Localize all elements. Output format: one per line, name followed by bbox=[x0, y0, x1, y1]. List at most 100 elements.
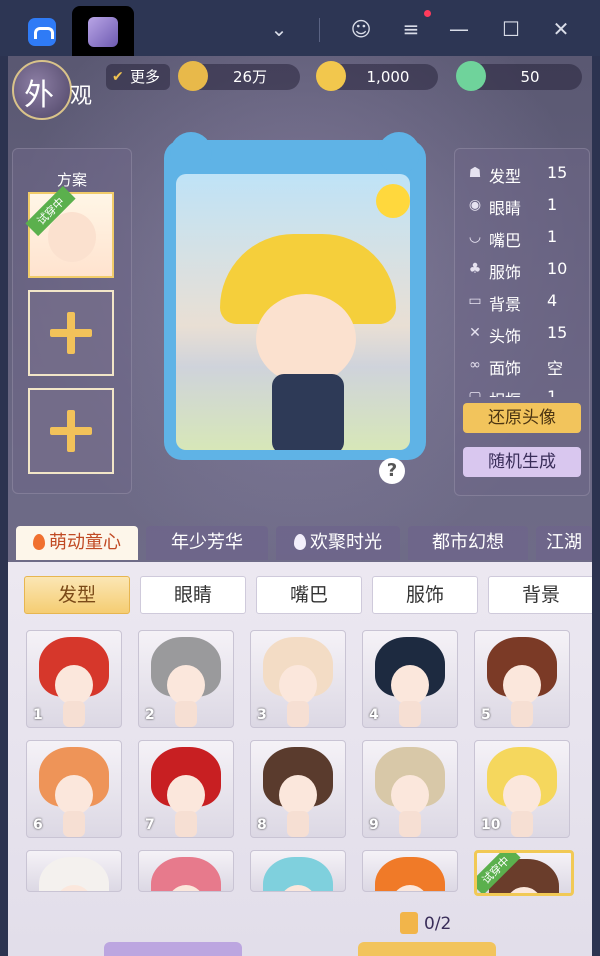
attr-row-headwear: ✕ 头饰 15 bbox=[455, 319, 589, 349]
currency-jade[interactable]: 50 bbox=[456, 61, 582, 91]
ticket-icon bbox=[400, 912, 418, 934]
minimize-icon[interactable]: — bbox=[444, 14, 474, 44]
character-card bbox=[164, 140, 426, 460]
attr-row-mask: ∞ 面饰 空 bbox=[455, 351, 589, 381]
help-icon[interactable]: ? bbox=[379, 458, 405, 484]
hair-number: 6 bbox=[33, 817, 43, 833]
attr-row-hair: ☗ 发型 15 bbox=[455, 159, 589, 189]
hair-number: 3 bbox=[257, 707, 267, 723]
close-icon[interactable]: ✕ bbox=[546, 14, 576, 44]
attr-name: 发型 bbox=[489, 167, 522, 186]
attr-name: 背景 bbox=[489, 295, 522, 314]
flame-icon bbox=[294, 534, 306, 550]
attr-name: 面饰 bbox=[489, 359, 522, 378]
chevron-icon: ✔ bbox=[112, 69, 124, 85]
m-logo-icon[interactable] bbox=[28, 18, 56, 46]
hair-number: 7 bbox=[145, 817, 155, 833]
subtab-eyes[interactable]: 眼睛 bbox=[140, 576, 246, 614]
neck bbox=[175, 811, 197, 837]
random-generate-button[interactable]: 随机生成 bbox=[463, 447, 581, 477]
neck bbox=[287, 701, 309, 727]
face bbox=[55, 665, 93, 705]
chevron-down-icon[interactable]: ⌄ bbox=[264, 14, 294, 44]
hair-item[interactable] bbox=[362, 850, 458, 892]
currency-ingot[interactable]: 1,000 bbox=[316, 61, 438, 91]
appearance-badge: 外 bbox=[12, 60, 72, 120]
currency-coin[interactable]: 26万 bbox=[178, 61, 300, 91]
frame-icon: ▢ bbox=[468, 389, 482, 397]
appearance-title-tail: 观 bbox=[70, 84, 93, 109]
hair-item[interactable]: 2 bbox=[138, 630, 234, 728]
badge-char: 外 bbox=[24, 78, 54, 113]
subtab-hair[interactable]: 发型 bbox=[24, 576, 130, 614]
background-icon: ▭ bbox=[468, 293, 482, 309]
attr-name: 头饰 bbox=[489, 327, 522, 346]
attr-name: 相框 bbox=[489, 387, 521, 397]
hair-item[interactable] bbox=[250, 850, 346, 892]
hair-number: 8 bbox=[257, 817, 267, 833]
tab-label: 江湖 bbox=[546, 532, 582, 553]
attr-value: 1 bbox=[547, 227, 558, 246]
hair-item[interactable]: 4 bbox=[362, 630, 458, 728]
tab-category-4[interactable]: 都市幻想 bbox=[408, 526, 528, 560]
hair-item[interactable] bbox=[26, 850, 122, 892]
bottom-right-button[interactable] bbox=[358, 942, 496, 956]
bottom-left-button[interactable] bbox=[104, 942, 242, 956]
tab-category-2[interactable]: 年少芳华 bbox=[146, 526, 268, 560]
hair-item[interactable]: 1 bbox=[26, 630, 122, 728]
mouth-icon: ◡ bbox=[468, 229, 482, 245]
game-app-icon bbox=[88, 17, 118, 47]
tab-category-5[interactable]: 江湖 bbox=[536, 526, 592, 560]
character-body bbox=[272, 374, 344, 450]
eye-icon: ◉ bbox=[468, 197, 482, 213]
hair-number: 9 bbox=[369, 817, 379, 833]
scheme-slot-1[interactable]: 试穿中 bbox=[25, 185, 114, 278]
restore-avatar-button[interactable]: 还原头像 bbox=[463, 403, 581, 433]
hair-item[interactable]: 9 bbox=[362, 740, 458, 838]
neck bbox=[399, 811, 421, 837]
divider bbox=[319, 18, 320, 42]
hair-number: 5 bbox=[481, 707, 491, 723]
attr-value: 10 bbox=[547, 259, 568, 278]
hair-item[interactable]: 10 bbox=[474, 740, 570, 838]
scheme-title: 方案 bbox=[56, 171, 87, 189]
attr-row-background: ▭ 背景 4 bbox=[455, 287, 589, 317]
maximize-icon[interactable]: ☐ bbox=[496, 14, 526, 44]
hair-item[interactable]: 8 bbox=[250, 740, 346, 838]
hair-item[interactable] bbox=[138, 850, 234, 892]
hair-item[interactable]: 6 bbox=[26, 740, 122, 838]
headwear-icon: ✕ bbox=[469, 325, 481, 341]
flame-icon bbox=[33, 534, 45, 550]
item-panel: 发型 眼睛 嘴巴 服饰 背景 1 2 3 4 5 6 7 8 9 10 试穿中 bbox=[8, 562, 592, 956]
face bbox=[55, 775, 93, 815]
hair-number: 4 bbox=[369, 707, 379, 723]
neck bbox=[511, 811, 533, 837]
neck bbox=[63, 811, 85, 837]
face bbox=[503, 665, 541, 705]
subtab-background[interactable]: 背景 bbox=[488, 576, 592, 614]
user-icon[interactable]: ☺ bbox=[346, 14, 376, 44]
hair-item[interactable]: 5 bbox=[474, 630, 570, 728]
tab-category-1[interactable]: 萌动童心 bbox=[16, 526, 138, 560]
more-button[interactable]: ✔ 更多 bbox=[106, 64, 170, 90]
attr-row-eyes: ◉ 眼睛 1 bbox=[455, 191, 589, 221]
sun-icon bbox=[376, 184, 410, 218]
hair-item[interactable]: 7 bbox=[138, 740, 234, 838]
menu-icon[interactable]: ≡ bbox=[396, 14, 426, 44]
scheme-slot-3[interactable] bbox=[28, 388, 114, 474]
hair-item[interactable]: 3 bbox=[250, 630, 346, 728]
subtab-clothes[interactable]: 服饰 bbox=[372, 576, 478, 614]
avatar bbox=[48, 212, 96, 262]
attr-name: 服饰 bbox=[489, 263, 522, 282]
tab-label: 欢聚时光 bbox=[310, 532, 382, 553]
ticket-count: 0/2 bbox=[424, 914, 452, 934]
tab-category-3[interactable]: 欢聚时光 bbox=[276, 526, 400, 560]
tab-label: 萌动童心 bbox=[49, 532, 121, 553]
game-tab[interactable] bbox=[72, 6, 134, 56]
face bbox=[279, 775, 317, 815]
face bbox=[391, 665, 429, 705]
scheme-slot-2[interactable] bbox=[28, 290, 114, 376]
hair-item[interactable]: 试穿中 bbox=[474, 850, 574, 896]
subtab-mouth[interactable]: 嘴巴 bbox=[256, 576, 362, 614]
game-viewport: 外 观 ✔ 更多 26万 1,000 50 方案 试穿中 ? ☗ 发型 15 ◉… bbox=[8, 56, 592, 956]
